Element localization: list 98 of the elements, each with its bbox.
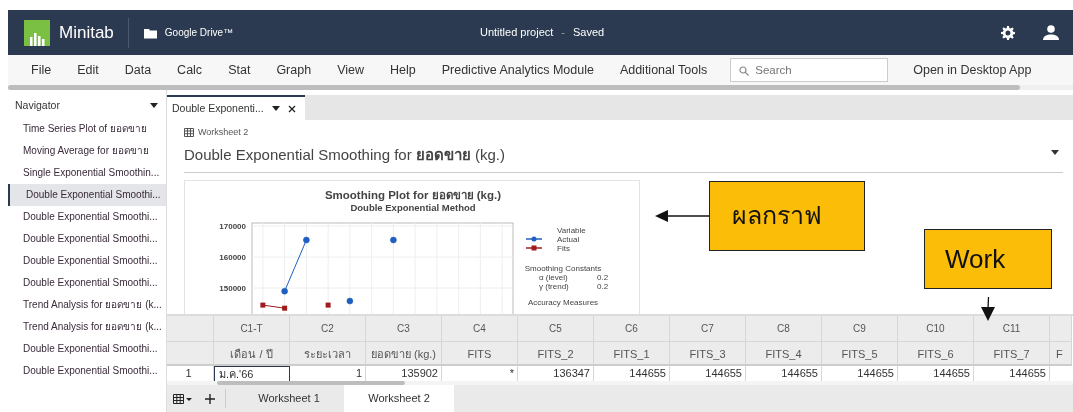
menu-item[interactable]: Additional Tools xyxy=(606,60,721,80)
navigator-item[interactable]: Double Exponential Smoothi... xyxy=(8,271,166,294)
table-icon xyxy=(184,128,194,138)
menu-item[interactable]: View xyxy=(324,60,377,80)
data-point xyxy=(282,305,288,311)
navigator-item[interactable]: Double Exponential Smoothi... xyxy=(8,205,166,228)
menu-item[interactable]: File xyxy=(18,60,65,80)
column-id[interactable]: C3 xyxy=(366,316,442,342)
worksheet-label: Worksheet 2 xyxy=(198,126,249,139)
navigator-item[interactable]: Trend Analysis for ยอดขาย (k... xyxy=(8,293,166,316)
scrollbar[interactable] xyxy=(217,381,405,385)
legend-heading: Smoothing Constants xyxy=(524,264,602,273)
sheet-tab[interactable]: Worksheet 2 xyxy=(344,385,454,412)
data-point xyxy=(325,302,331,308)
search-icon xyxy=(739,66,750,76)
menu-item[interactable]: Help xyxy=(377,60,429,80)
constant-label: γ (trend) xyxy=(539,282,569,291)
open-desktop-link[interactable]: Open in Desktop App xyxy=(900,60,1045,80)
caret-icon[interactable] xyxy=(271,106,280,111)
navigator-item[interactable]: Double Exponential Smoothi... xyxy=(8,227,166,250)
callout-box: ผลกราฟ xyxy=(709,181,865,251)
column-name[interactable]: FITS xyxy=(442,342,518,366)
save-status: Saved xyxy=(573,25,605,41)
data-point xyxy=(390,236,397,244)
navigator-title: Navigator xyxy=(15,98,60,113)
add-icon[interactable] xyxy=(205,393,215,404)
scrollbar[interactable] xyxy=(8,85,1020,90)
navigator-item[interactable]: Double Exponential Smoothi... xyxy=(8,359,166,382)
data-point xyxy=(303,236,310,244)
minitab-logo-icon xyxy=(24,19,50,46)
arrow xyxy=(981,297,995,321)
column-id[interactable]: C2 xyxy=(290,316,366,342)
column-id[interactable]: C4 xyxy=(442,316,518,342)
menu-item[interactable]: Edit xyxy=(64,60,112,80)
data-point xyxy=(260,302,266,308)
app-name: Minitab xyxy=(59,21,114,44)
column-id[interactable]: C6 xyxy=(594,316,670,342)
axis-tick-label: 170000 xyxy=(219,222,246,232)
legend-heading: Accuracy Measures xyxy=(527,298,599,307)
caret-icon[interactable] xyxy=(150,103,158,109)
column-name[interactable]: เดือน / ปี xyxy=(214,342,290,366)
column-id[interactable]: C7 xyxy=(670,316,746,342)
legend-label: Fits xyxy=(557,244,570,253)
output-title: Double Exponential Smoothing for ยอดขาย (kg.) xyxy=(184,144,505,165)
column-name[interactable]: ยอดขาย (kg.) xyxy=(366,342,442,366)
search-field[interactable]: Search xyxy=(730,58,889,82)
callout-box: Work xyxy=(924,229,1052,289)
navigator-item[interactable]: Double Exponential Smoothi... xyxy=(8,337,166,360)
separator: - xyxy=(561,25,565,41)
column-id[interactable]: C5 xyxy=(518,316,594,342)
constant-value: 0.2 xyxy=(597,273,609,282)
navigator-item[interactable]: Time Series Plot of ยอดขาย xyxy=(8,117,166,140)
column-name[interactable]: FITS_6 xyxy=(898,342,974,366)
axis-tick-label: 160000 xyxy=(219,253,246,263)
folder-icon xyxy=(142,26,158,39)
axis-tick-label: 150000 xyxy=(219,284,246,294)
project-name: Untitled project xyxy=(479,25,554,41)
storage-link[interactable]: Google Drive™ xyxy=(164,25,234,40)
column-name[interactable]: FITS_3 xyxy=(670,342,746,366)
menu-item[interactable]: Predictive Analytics Module xyxy=(428,60,607,80)
column-id[interactable]: C10 xyxy=(898,316,974,342)
column-name[interactable]: FITS_1 xyxy=(594,342,670,366)
navigator-item[interactable]: Single Exponential Smoothin... xyxy=(8,161,166,184)
legend-title: Variable xyxy=(557,226,586,235)
document-tab[interactable]: Double Exponenti... xyxy=(167,95,305,120)
navigator-item[interactable]: Moving Average for ยอดขาย xyxy=(8,139,166,162)
sheet-tab[interactable]: Worksheet 1 xyxy=(234,385,344,412)
menu-item[interactable]: Data xyxy=(111,60,165,80)
column-name[interactable]: FITS_7 xyxy=(974,342,1050,366)
legend-label: Actual xyxy=(557,235,580,244)
column-id[interactable]: C1-T xyxy=(214,316,290,342)
constant-value: 0.2 xyxy=(597,282,609,291)
column-name[interactable]: FITS_4 xyxy=(746,342,822,366)
navigator-item[interactable]: Double Exponential Smoothi... xyxy=(8,249,166,272)
arrow xyxy=(655,210,709,222)
column-name[interactable]: FITS_5 xyxy=(822,342,898,366)
chart-title: Smoothing Plot for ยอดขาย (kg.) xyxy=(324,189,502,201)
column-name[interactable]: F xyxy=(1050,342,1072,366)
column-id[interactable]: C11 xyxy=(974,316,1050,342)
grid-menu-icon[interactable] xyxy=(173,393,193,404)
navigator-item[interactable]: Double Exponential Smoothi... xyxy=(8,183,166,206)
column-id[interactable]: C9 xyxy=(822,316,898,342)
menu-item[interactable]: Stat xyxy=(215,60,264,80)
caret-icon[interactable] xyxy=(1051,150,1059,156)
navigator-item[interactable]: Trend Analysis for ยอดขาย (k... xyxy=(8,315,166,338)
settings-icon[interactable] xyxy=(1001,25,1015,40)
column-name[interactable]: FITS_2 xyxy=(518,342,594,366)
column-name[interactable]: ระยะเวลา xyxy=(290,342,366,366)
menu-item[interactable]: Graph xyxy=(263,60,325,80)
data-point xyxy=(281,287,288,295)
constant-label: α (level) xyxy=(539,273,568,282)
data-point xyxy=(346,297,354,305)
chart-subtitle: Double Exponential Method xyxy=(350,202,476,213)
menu-item[interactable]: Calc xyxy=(164,60,216,80)
close-icon[interactable] xyxy=(287,104,296,113)
user-icon[interactable] xyxy=(1043,25,1059,40)
column-id[interactable]: C8 xyxy=(746,316,822,342)
table-cell[interactable]: ม.ค.'66 xyxy=(214,366,290,381)
